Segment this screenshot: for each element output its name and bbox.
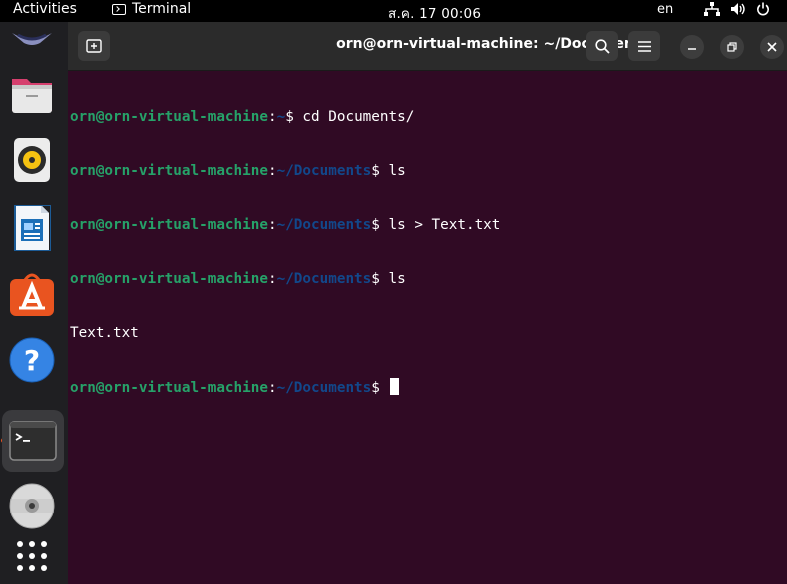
system-tray[interactable] [704,2,770,16]
hamburger-icon [637,40,651,52]
search-button[interactable] [586,31,618,61]
text-cursor [389,378,399,395]
show-apps-icon [17,541,47,571]
terminal-output[interactable]: orn@orn-virtual-machine:~$ cd Documents/… [70,72,787,584]
dock-item-writer[interactable] [8,204,56,252]
minimize-icon [688,48,696,50]
terminal-prompt-line[interactable]: orn@orn-virtual-machine:~/Documents$ [70,378,787,396]
activities-button[interactable]: Activities [13,1,77,17]
terminal-line: orn@orn-virtual-machine:~$ cd Documents/ [70,109,415,125]
partial-app-icon [12,33,52,45]
dock-item-dvd[interactable] [8,482,56,530]
terminal-line: orn@orn-virtual-machine:~/Documents$ ls [70,271,406,287]
power-icon[interactable] [756,2,770,16]
window-title: orn@orn-virtual-machine: ~/Documents [336,36,649,52]
app-menu[interactable]: Terminal [112,1,191,17]
terminal-line: orn@orn-virtual-machine:~/Documents$ ls … [70,217,501,233]
ubuntu-software-icon [10,273,54,316]
dock-item-software[interactable] [8,270,56,318]
network-icon[interactable] [704,2,720,16]
terminal-output-line: Text.txt [70,325,139,341]
dock: ? [0,22,68,584]
clock[interactable]: ส.ค. 17 00:06 [388,2,481,24]
dvd-icon [9,483,55,529]
menu-button[interactable] [628,31,660,61]
volume-icon[interactable] [730,2,745,16]
libreoffice-writer-icon [14,205,51,251]
input-language[interactable]: en [657,2,673,17]
top-bar: Activities Terminal ส.ค. 17 00:06 en [0,0,787,22]
rhythmbox-icon [14,138,50,182]
show-apps-button[interactable] [8,532,56,580]
svg-text:?: ? [24,344,40,377]
header-bar: orn@orn-virtual-machine: ~/Documents [68,22,787,71]
dock-item-help[interactable]: ? [8,336,56,384]
terminal-icon [9,421,57,461]
app-menu-label: Terminal [132,1,192,17]
terminal-icon [112,3,126,15]
dock-item-top-partial[interactable] [8,30,56,50]
minimize-button[interactable] [680,35,704,59]
dock-item-files[interactable] [8,70,56,118]
terminal-line: orn@orn-virtual-machine:~/Documents$ ls [70,163,406,179]
dock-item-rhythmbox[interactable] [8,136,56,184]
files-icon [12,79,52,113]
help-icon: ? [9,337,55,383]
maximize-button[interactable] [720,35,744,59]
search-icon [594,38,610,54]
terminal-window: orn@orn-virtual-machine: ~/Documents orn… [68,22,787,584]
dock-item-terminal[interactable] [2,410,64,472]
close-button[interactable] [760,35,784,59]
restore-icon [727,42,737,52]
close-icon [767,42,777,52]
